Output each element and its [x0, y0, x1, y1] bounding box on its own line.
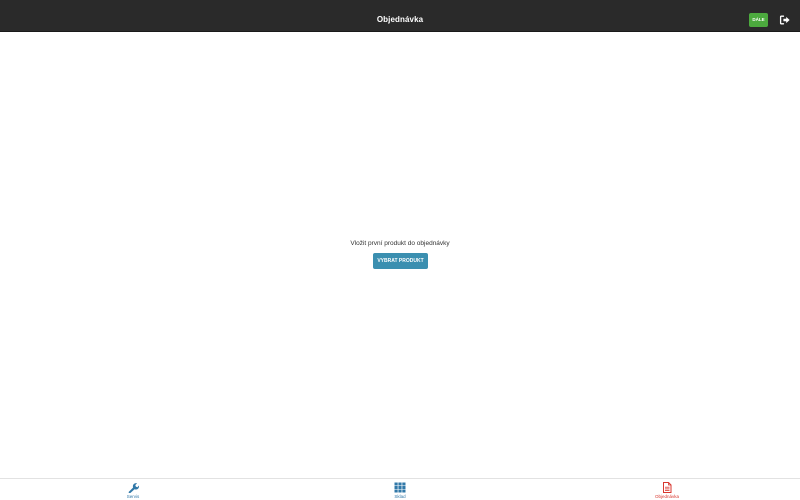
page-title: Objednávka	[376, 15, 424, 24]
tab-servis-label: Servis	[126, 494, 140, 499]
grid-icon	[394, 482, 406, 493]
document-icon	[663, 482, 672, 493]
tab-sklad-label: Sklad	[394, 494, 406, 499]
bottom-tab-bar: Servis Sklad Objednávka	[0, 478, 800, 500]
tab-servis[interactable]: Servis	[93, 480, 173, 500]
next-button[interactable]: DÁLE	[749, 13, 768, 27]
tab-objednavka-label: Objednávka	[654, 494, 680, 499]
app-root: Objednávka DÁLE Vložit první produkt do …	[0, 0, 800, 500]
tab-sklad[interactable]: Sklad	[360, 480, 440, 500]
top-header: Objednávka DÁLE	[0, 0, 800, 32]
sign-out-icon	[779, 15, 790, 25]
empty-order-message: Vložit první produkt do objednávky	[350, 240, 450, 247]
logout-button[interactable]	[778, 13, 792, 27]
select-product-button[interactable]: VYBRAT PRODUKT	[373, 253, 428, 269]
wrench-icon	[128, 483, 139, 493]
tab-objednavka[interactable]: Objednávka	[627, 480, 707, 500]
order-content: Vložit první produkt do objednávky VYBRA…	[0, 32, 800, 478]
